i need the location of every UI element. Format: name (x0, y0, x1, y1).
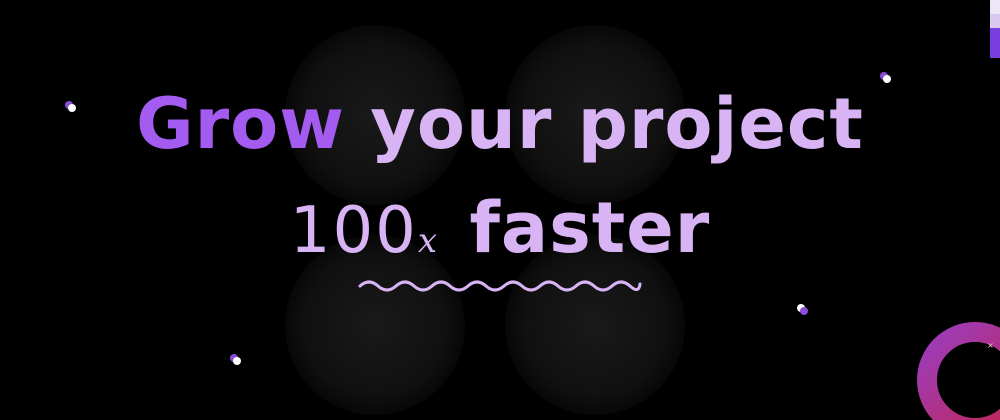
headline-accent-word: Grow (136, 83, 345, 165)
orbit-dot-icon (65, 101, 76, 112)
orbit-dot-icon (797, 304, 808, 315)
headline-line-1-rest: your project (370, 83, 864, 165)
orbit-dot-icon (880, 72, 891, 83)
wavy-underline-icon (358, 280, 642, 292)
orbit-dot-icon (230, 354, 241, 365)
svg-text:×: × (987, 341, 994, 350)
headline-line-1: Grow your project (0, 84, 1000, 164)
hero-banner: Grow your project 100x faster × (0, 0, 1000, 420)
gradient-ring-icon: × (917, 322, 1000, 420)
headline-line-2: 100x faster (0, 188, 1000, 281)
headline-multiplier: x (417, 221, 439, 261)
headline-line-2-rest: faster (469, 187, 711, 269)
headline-number: 100 (289, 194, 418, 268)
color-swatch-icon (990, 0, 1000, 58)
